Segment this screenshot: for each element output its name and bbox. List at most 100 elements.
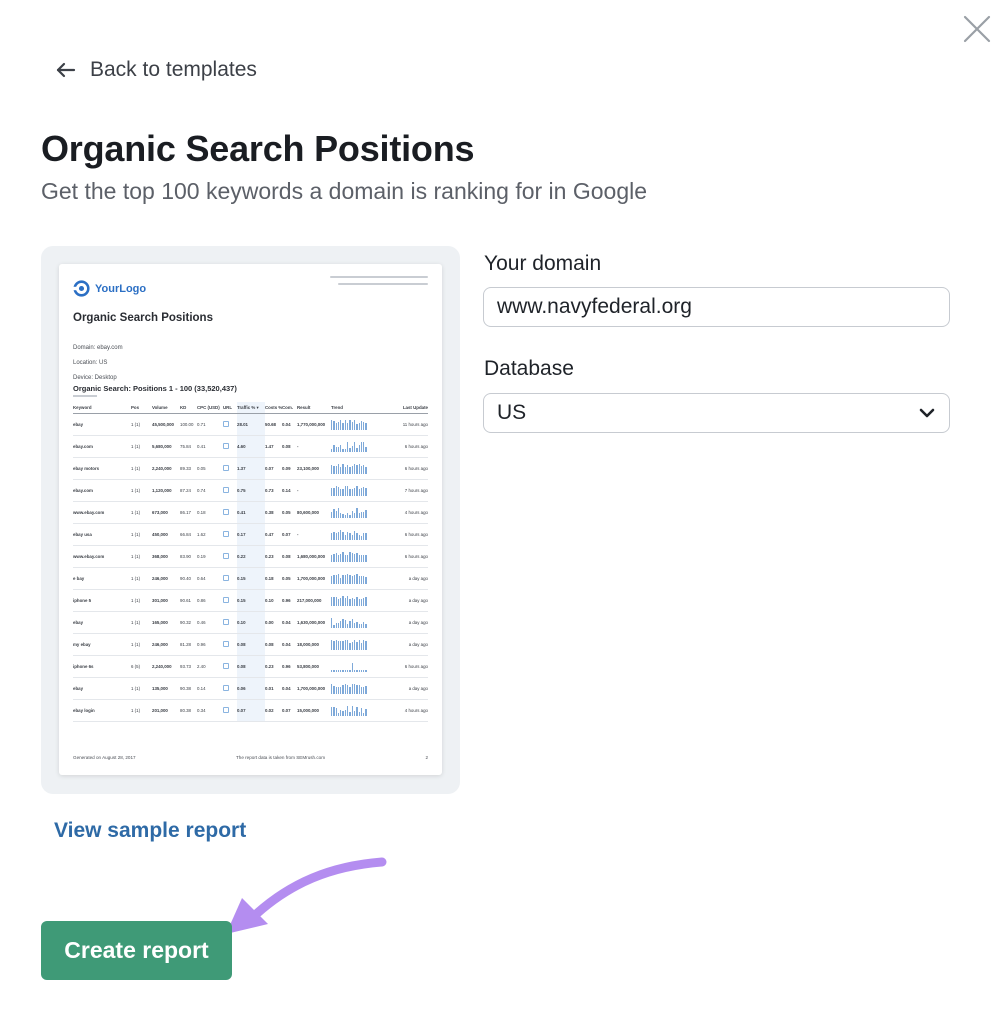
cell-keyword: ebay.com [73, 488, 93, 493]
create-report-button[interactable]: Create report [41, 921, 232, 980]
cell-url [223, 575, 237, 582]
view-sample-report-link[interactable]: View sample report [54, 819, 246, 843]
table-row: ebay 1 (1) 45,500,000 100.00 0.71 28.01 50.68 0… [73, 414, 428, 436]
cell-pos: 1 (1) [131, 422, 141, 427]
cell-pos: 1 (1) [131, 532, 141, 537]
report-preview-card[interactable]: YourLogo Organic Search Positions Domain… [41, 246, 460, 794]
cell-costs: 0.07 [265, 466, 274, 471]
cell-pos: 1 (1) [131, 708, 141, 713]
cell-costs: 0.10 [265, 598, 274, 603]
cell-result: - [297, 444, 299, 449]
cell-kd: 89.33 [180, 466, 191, 471]
external-link-icon [223, 443, 229, 449]
cell-keyword: iphone 6s [73, 664, 94, 669]
cell-kd: 90.61 [180, 598, 191, 603]
cell-result: - [297, 488, 299, 493]
external-link-icon [223, 487, 229, 493]
cell-trend [331, 551, 378, 562]
cell-result: 53,800,000 [297, 664, 319, 669]
cell-kd: 86.17 [180, 510, 191, 515]
cell-volume: 2,240,000 [152, 466, 172, 471]
cell-traffic: 0.15 [237, 590, 265, 611]
cell-pos: 1 (1) [131, 466, 141, 471]
cell-com: 0.05 [282, 510, 291, 515]
cell-trend [331, 463, 378, 474]
trend-sparkline [331, 507, 378, 518]
preview-logo: YourLogo [73, 280, 146, 297]
cell-keyword: ebay usa [73, 532, 92, 537]
table-row: ebay 1 (1) 135,000 90.38 0.14 0.06 0.01 0.04 1,7… [73, 678, 428, 700]
preview-footer-page: 2 [425, 755, 428, 760]
report-preview-page: YourLogo Organic Search Positions Domain… [59, 264, 442, 775]
trend-sparkline [331, 705, 378, 716]
trend-sparkline [331, 639, 378, 650]
cell-trend [331, 419, 378, 430]
cell-update: a day ago [408, 598, 428, 603]
cell-volume: 5,680,000 [152, 444, 172, 449]
cell-update: a day ago [408, 686, 428, 691]
cell-kd: 90.32 [180, 620, 191, 625]
close-button[interactable] [960, 12, 994, 46]
cell-volume: 1,120,000 [152, 488, 172, 493]
cell-volume: 301,000 [152, 598, 168, 603]
database-select[interactable]: US [483, 393, 950, 433]
domain-input[interactable] [483, 287, 950, 327]
cell-kd: 100.00 [180, 422, 194, 427]
preview-table-body: ebay 1 (1) 45,500,000 100.00 0.71 28.01 50.68 0… [73, 414, 428, 722]
trend-sparkline [331, 485, 378, 496]
cell-com: 0.08 [282, 554, 291, 559]
cell-cpc: 0.74 [197, 488, 206, 493]
external-link-icon [223, 619, 229, 625]
external-link-icon [223, 597, 229, 603]
cell-traffic: 0.15 [237, 568, 265, 589]
preview-footer-source: The report data is taken from SEMrush.co… [235, 755, 326, 760]
col-keyword: Keyword [73, 405, 92, 410]
cell-url [223, 509, 237, 516]
external-link-icon [223, 531, 229, 537]
external-link-icon [223, 465, 229, 471]
chevron-down-icon [919, 408, 935, 418]
cell-cpc: 0.41 [197, 444, 206, 449]
trend-sparkline [331, 441, 378, 452]
cell-com: 0.14 [282, 488, 291, 493]
cell-url [223, 443, 237, 450]
cell-url [223, 553, 237, 560]
cell-volume: 165,000 [152, 620, 168, 625]
external-link-icon [223, 707, 229, 713]
cell-volume: 246,000 [152, 642, 168, 647]
cell-traffic: 0.10 [237, 612, 265, 633]
cell-result: 80,600,000 [297, 510, 319, 515]
preview-footer: Generated on August 28, 2017 The report … [73, 755, 428, 760]
col-traffic: Traffic % ▾ [237, 402, 265, 413]
cell-trend [331, 705, 378, 716]
cell-cpc: 0.19 [197, 554, 206, 559]
cell-traffic: 0.17 [237, 524, 265, 545]
cell-volume: 135,000 [152, 686, 168, 691]
cell-update: a day ago [408, 576, 428, 581]
table-row: ebay motors 1 (1) 2,240,000 89.33 0.05 1.37 0.… [73, 458, 428, 480]
cell-keyword: iphone 5 [73, 598, 92, 603]
table-row: ebay login 1 (1) 201,000 80.38 0.34 0.07 0.02 0… [73, 700, 428, 722]
cell-keyword: ebay [73, 422, 84, 427]
cell-trend [331, 639, 378, 650]
trend-sparkline [331, 551, 378, 562]
cell-url [223, 663, 237, 670]
cell-costs: 1.47 [265, 444, 274, 449]
cell-result: - [297, 532, 299, 537]
cell-kd: 80.38 [180, 708, 191, 713]
cell-url [223, 487, 237, 494]
col-trend: Trend [331, 405, 343, 410]
cell-update: 4 hours ago [404, 510, 428, 515]
cell-volume: 201,000 [152, 708, 168, 713]
cell-result: 1,680,000,000 [297, 554, 326, 559]
preview-meta-device: Device: Desktop [73, 375, 117, 381]
cell-cpc: 0.34 [197, 708, 206, 713]
cell-com: 0.08 [282, 444, 291, 449]
table-row: ebay usa 1 (1) 450,000 66.84 1.62 0.17 0.47 0.0… [73, 524, 428, 546]
cell-kd: 75.84 [180, 444, 191, 449]
cell-trend [331, 507, 378, 518]
trend-sparkline [331, 617, 378, 628]
cell-trend [331, 617, 378, 628]
back-to-templates-link[interactable]: Back to templates [54, 58, 257, 82]
cell-url [223, 619, 237, 626]
